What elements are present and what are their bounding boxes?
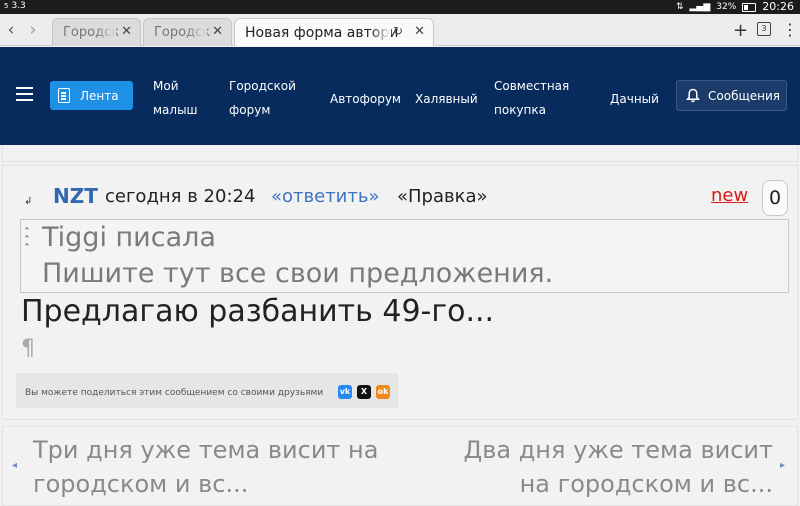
share-text: Вы можете поделиться этим сообщением со … [25,388,324,398]
quote-text: Пишите тут все свои предложения. [42,258,554,289]
nav-link-gorodskoy-forum[interactable]: Городской форум [229,74,296,122]
nav-link-sovmestnaya-pokupka[interactable]: Совместная покупка [494,74,569,122]
tab-switcher-button[interactable]: 3 [757,22,771,36]
browser-tab[interactable]: Городск ✕ [52,18,141,46]
messages-button-label: Сообщения [708,88,781,103]
pilcrow-mark: ¶ [21,336,35,361]
feed-button-label: Лента [80,88,119,103]
forward-icon[interactable]: › [24,20,42,40]
site-nav-bar: Лента Мой малыш Городской форум Автофору… [0,47,800,145]
prev-arrow-icon[interactable]: ◂ [12,460,17,471]
nav-link-moy-malysh[interactable]: Мой малыш [153,74,198,122]
messages-button[interactable]: Сообщения [676,80,787,111]
share-box: Вы можете поделиться этим сообщением со … [16,373,398,408]
signal-icon: ▂▄▆ [689,2,711,12]
status-bar: 5 3.3 ⇅ ▂▄▆ 32% 20:26 [0,0,800,14]
battery-icon [742,2,757,12]
new-tab-icon[interactable]: + [733,20,748,41]
reload-icon[interactable]: ↻ [393,24,403,38]
next-arrow-icon[interactable]: ▸ [780,460,785,471]
quote-block: ❝ ❝ ❝ Tiggi писала Пишите тут все свои пре… [20,219,789,293]
browser-tab[interactable]: Городск ✕ [143,18,232,46]
post-time: сегодня в 20:24 [105,186,256,207]
feed-button[interactable]: Лента [50,81,133,110]
quote-icon: ❝ ❝ ❝ [25,226,29,250]
status-badge: 5 [4,2,9,10]
new-badge-link[interactable]: new [711,185,748,206]
document-icon [58,88,70,103]
edit-link[interactable]: «Правка» [397,186,488,207]
clock: 20:26 [762,0,794,13]
next-topic-link[interactable]: Два дня уже тема висит на городском и вс… [430,433,773,501]
nav-link-khalyavny[interactable]: Халявный [415,87,478,111]
ok-icon[interactable]: ok [376,385,390,399]
browser-tab-active[interactable]: Новая форма автори ↻ ✕ [234,18,434,46]
close-tab-icon[interactable]: ✕ [121,24,132,39]
x-icon[interactable]: X [357,385,371,399]
battery-level: 32% [716,2,737,12]
more-menu-icon[interactable]: ⋮ [782,20,798,39]
quote-author: Tiggi писала [42,222,216,253]
rating-counter[interactable]: 0 [762,180,788,216]
reply-arrow-icon: ↲ [24,196,33,207]
status-left-text: 3.3 [11,1,26,11]
post-body: Предлагаю разбанить 49-го... [21,294,495,329]
close-tab-icon[interactable]: ✕ [212,24,223,39]
vk-icon[interactable]: vk [338,385,352,399]
nav-link-avtoforum[interactable]: Автофорум [330,87,401,111]
prev-topic-link[interactable]: Три дня уже тема висит на городском и вс… [33,433,383,501]
back-icon[interactable]: ‹ [2,20,20,40]
bell-icon [686,88,700,103]
previous-post-card [2,146,798,162]
post-author[interactable]: NZT [53,184,98,208]
nav-link-dachny[interactable]: Дачный [610,87,659,111]
close-tab-icon[interactable]: ✕ [414,24,425,39]
wifi-icon: ⇅ [675,2,684,12]
hamburger-menu-icon[interactable] [16,87,33,101]
reply-link[interactable]: «ответить» [271,186,379,207]
